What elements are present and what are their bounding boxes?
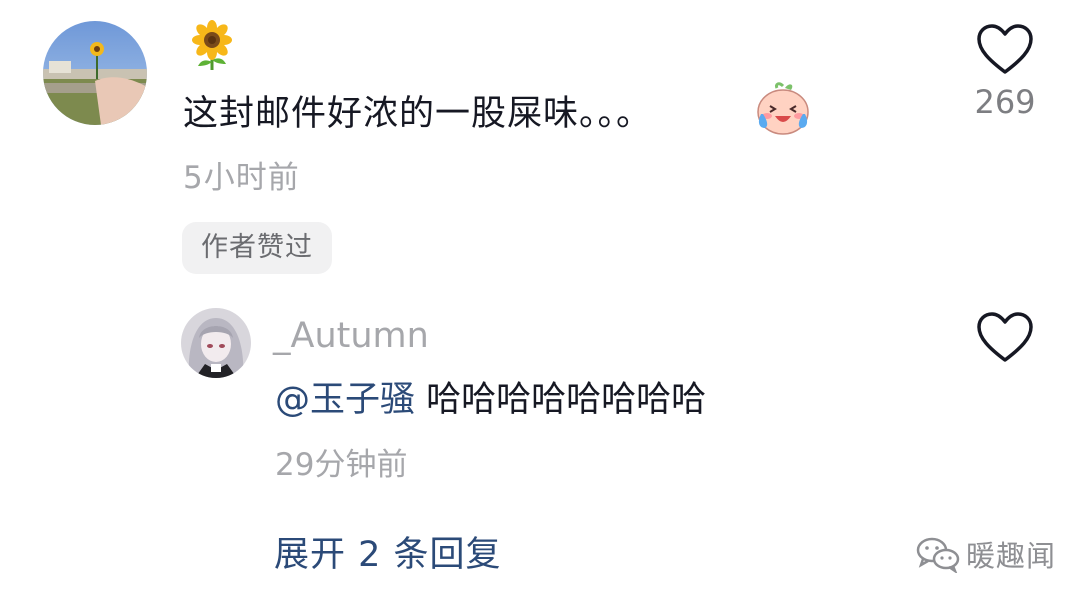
comment-text: 这封邮件好浓的一股屎味。。。 [183, 94, 653, 134]
watermark-text: 暖趣闻 [966, 539, 1057, 573]
reply-time: 29分钟前 [275, 447, 408, 483]
comment-time: 5小时前 [183, 160, 300, 196]
like-button[interactable] [975, 310, 1035, 366]
laughing-crying-emoji [755, 82, 811, 136]
author-liked-badge: 作者赞过 [182, 222, 332, 274]
reply-username[interactable]: _Autumn [273, 316, 429, 356]
heart-outline-icon [977, 24, 1033, 74]
watermark: 暖趣闻 [916, 532, 1056, 576]
avatar[interactable] [181, 308, 251, 378]
expand-replies-button[interactable]: 展开 2 条回复 [274, 529, 502, 581]
like-button[interactable] [975, 22, 1035, 78]
heart-outline-icon [977, 312, 1033, 362]
like-count: 269 [974, 83, 1036, 121]
reply-body: 哈哈哈哈哈哈哈哈 [415, 380, 707, 420]
sunflower-emoji[interactable] [186, 20, 238, 72]
reply-text: @玉子骚 哈哈哈哈哈哈哈哈 [275, 374, 706, 426]
comment-thread: 这封邮件好浓的一股屎味。。。 5小时前 作者赞过 269 _Autumn @玉子… [0, 0, 1080, 600]
avatar[interactable] [43, 21, 147, 125]
wechat-icon [916, 537, 960, 573]
mention-link[interactable]: @玉子骚 [275, 380, 415, 420]
